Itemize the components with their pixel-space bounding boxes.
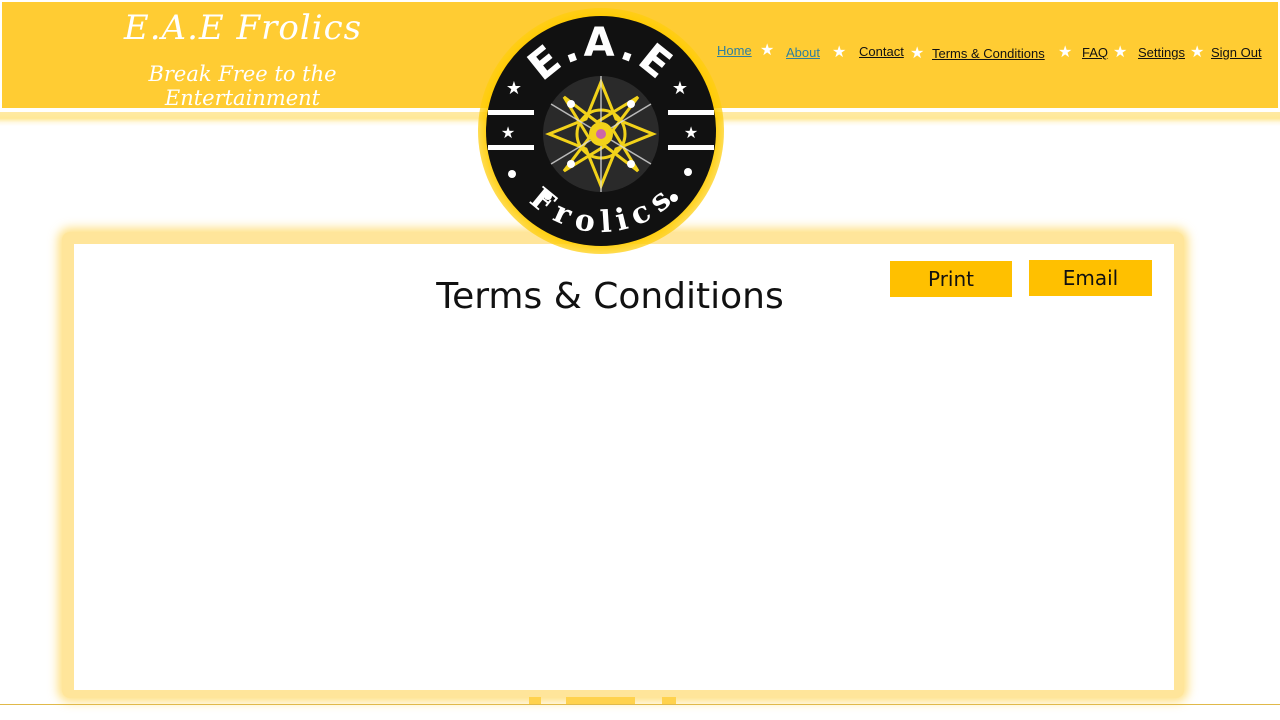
- nav-link-terms[interactable]: Terms & Conditions: [932, 46, 1045, 61]
- star-icon: ★: [1058, 42, 1073, 61]
- site-logo: ★ ★ ★ ★ E.A.E Frolics: [478, 8, 724, 254]
- footer-tab: [566, 697, 635, 704]
- footer-divider: [0, 704, 1280, 705]
- star-icon: ★: [910, 43, 925, 62]
- svg-text:★: ★: [501, 123, 515, 142]
- svg-text:★: ★: [506, 78, 522, 99]
- star-icon: ★: [1190, 42, 1205, 61]
- page-title: Terms & Conditions: [436, 276, 784, 317]
- star-icon: ★: [1113, 42, 1128, 61]
- footer-tab: [529, 697, 541, 704]
- email-button[interactable]: Email: [1029, 260, 1152, 296]
- print-button[interactable]: Print: [890, 261, 1012, 297]
- nav-link-about[interactable]: About: [786, 45, 820, 60]
- svg-text:★: ★: [684, 123, 698, 142]
- nav-link-contact[interactable]: Contact: [859, 44, 904, 59]
- nav-link-settings[interactable]: Settings: [1138, 45, 1185, 60]
- svg-text:★: ★: [672, 78, 688, 99]
- nav-link-faq[interactable]: FAQ: [1082, 45, 1108, 60]
- star-icon: ★: [832, 42, 847, 61]
- star-icon: ★: [760, 40, 775, 59]
- logo-emblem-icon: ★ ★ ★ ★ E.A.E Frolics: [486, 16, 716, 246]
- nav-link-sign-out[interactable]: Sign Out: [1211, 45, 1262, 60]
- footer-tab: [662, 697, 676, 704]
